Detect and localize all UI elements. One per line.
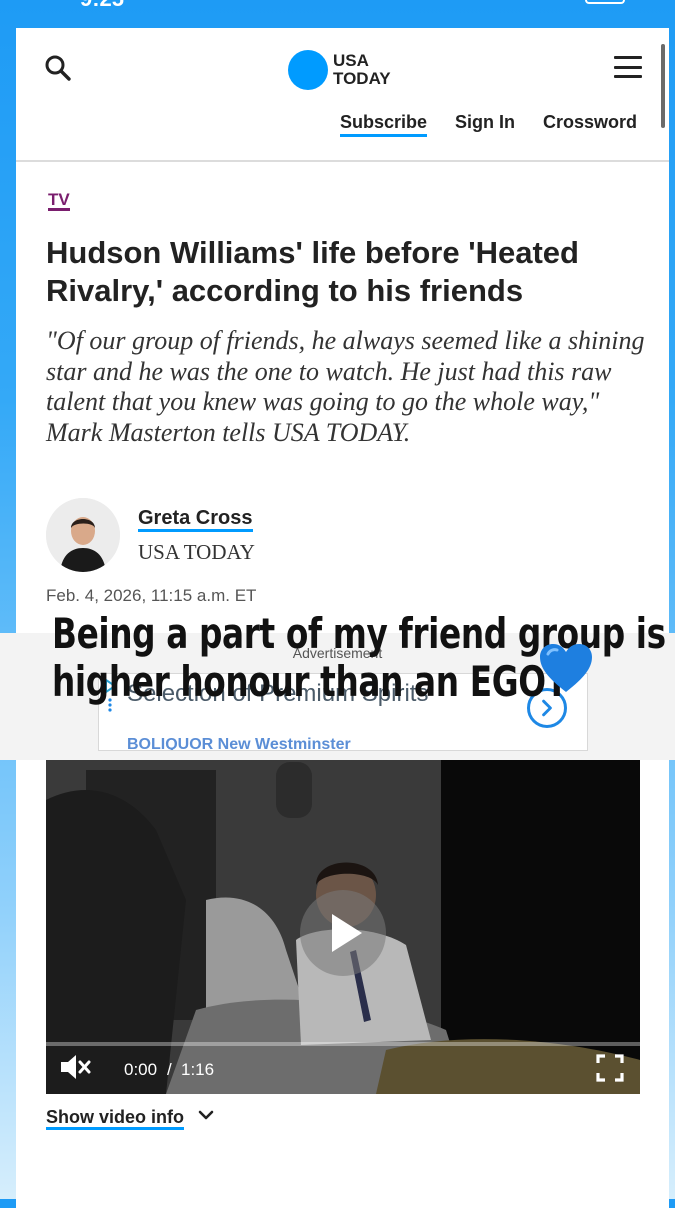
author-avatar[interactable] (46, 498, 120, 572)
video-duration: 1:16 (181, 1060, 215, 1079)
author-name-link[interactable]: Greta Cross (138, 508, 253, 532)
ad-subtext[interactable]: BOLIQUOR New Westminster (127, 736, 351, 750)
battery-icon (585, 0, 625, 4)
article-page: USA TODAY Subscribe Sign In Crossword TV… (0, 28, 675, 1208)
status-bar: 9:25 (0, 0, 675, 26)
header-nav: Subscribe Sign In Crossword (16, 112, 669, 142)
article-headline: Hudson Williams' life before 'Heated Riv… (46, 235, 579, 308)
crossword-link[interactable]: Crossword (543, 112, 637, 133)
muted-speaker-icon[interactable] (58, 1052, 92, 1082)
video-time-separator: / (167, 1060, 172, 1079)
site-header: USA TODAY Subscribe Sign In Crossword (16, 28, 669, 162)
video-current-time: 0:00 (124, 1060, 158, 1079)
logo-line-usa: USA (333, 51, 369, 70)
publish-date: Feb. 4, 2026, 11:15 a.m. ET (46, 586, 257, 605)
sign-in-link[interactable]: Sign In (455, 112, 515, 133)
overlay-caption-line-2: higher honour than an EGOT (52, 657, 568, 706)
author-photo-icon (46, 498, 120, 572)
fullscreen-icon[interactable] (596, 1054, 624, 1082)
hamburger-menu-icon[interactable] (614, 56, 642, 78)
logo-dot (288, 50, 328, 90)
overlay-caption: Being a part of my friend group is a hig… (52, 609, 675, 706)
subscribe-link[interactable]: Subscribe (340, 112, 428, 137)
logo-text: USA TODAY (333, 52, 391, 88)
status-time: 9:25 (80, 0, 124, 12)
article-dek: "Of our group of friends, he always seem… (46, 326, 645, 447)
chevron-down-icon[interactable] (198, 1108, 214, 1122)
play-button[interactable] (300, 890, 386, 976)
video-player[interactable]: 0:00 / 1:16 (46, 760, 640, 1094)
author-outlet: USA TODAY (138, 540, 255, 564)
overlay-caption-line-1: Being a part of my friend group is a (52, 609, 675, 658)
byline: Greta Cross USA TODAY (46, 498, 446, 574)
search-icon[interactable] (44, 54, 72, 82)
blue-heart-icon (540, 644, 592, 692)
logo-line-today: TODAY (333, 69, 391, 88)
show-video-info-link[interactable]: Show video info (46, 1108, 184, 1130)
usa-today-logo[interactable]: USA TODAY (288, 48, 391, 92)
section-label-tv[interactable]: TV (48, 191, 70, 211)
video-progress-bar[interactable] (46, 1042, 640, 1046)
